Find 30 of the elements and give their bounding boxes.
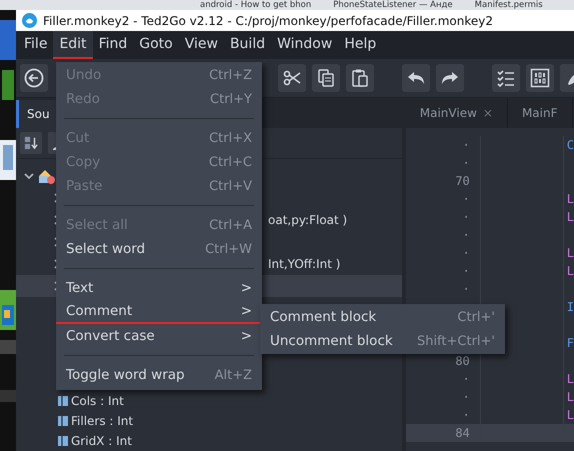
code-text: L [566, 192, 574, 206]
line-number: · [462, 246, 470, 260]
window-title: Filler.monkey2 - Ted2Go v2.12 - C:/proj/monkey/perfofacade/Filler.monkey2 [43, 14, 494, 28]
tree-label: Fillers : Int [71, 414, 134, 428]
code-text: L [566, 210, 574, 224]
code-text: C [566, 138, 574, 152]
tree-label: Cols : Int [71, 394, 124, 408]
line-number: · [462, 390, 470, 404]
code-text: L [566, 408, 574, 422]
line-number: · [462, 282, 470, 296]
code-text: L [566, 390, 574, 404]
code-text: L [566, 246, 574, 260]
line-number: · [462, 264, 470, 278]
line-number: · [462, 192, 470, 206]
tree-label: Int,YOff:Int ) [268, 257, 340, 271]
code-text: L [566, 372, 574, 386]
line-number: · [462, 372, 470, 386]
line-number: · [462, 408, 470, 422]
line-number: 70 [455, 174, 470, 188]
code-text: I [566, 300, 574, 314]
line-number: 80 [455, 354, 470, 368]
code-text: F [566, 336, 574, 350]
line-number: 84 [455, 426, 470, 440]
line-number: · [462, 228, 470, 242]
line-number: · [462, 210, 470, 224]
tree-label: GridX : Int [71, 434, 132, 448]
code-text: L [566, 264, 574, 278]
tree-label: oat,py:Float ) [268, 213, 348, 227]
line-number: · [462, 156, 470, 170]
line-number: · [462, 138, 470, 152]
